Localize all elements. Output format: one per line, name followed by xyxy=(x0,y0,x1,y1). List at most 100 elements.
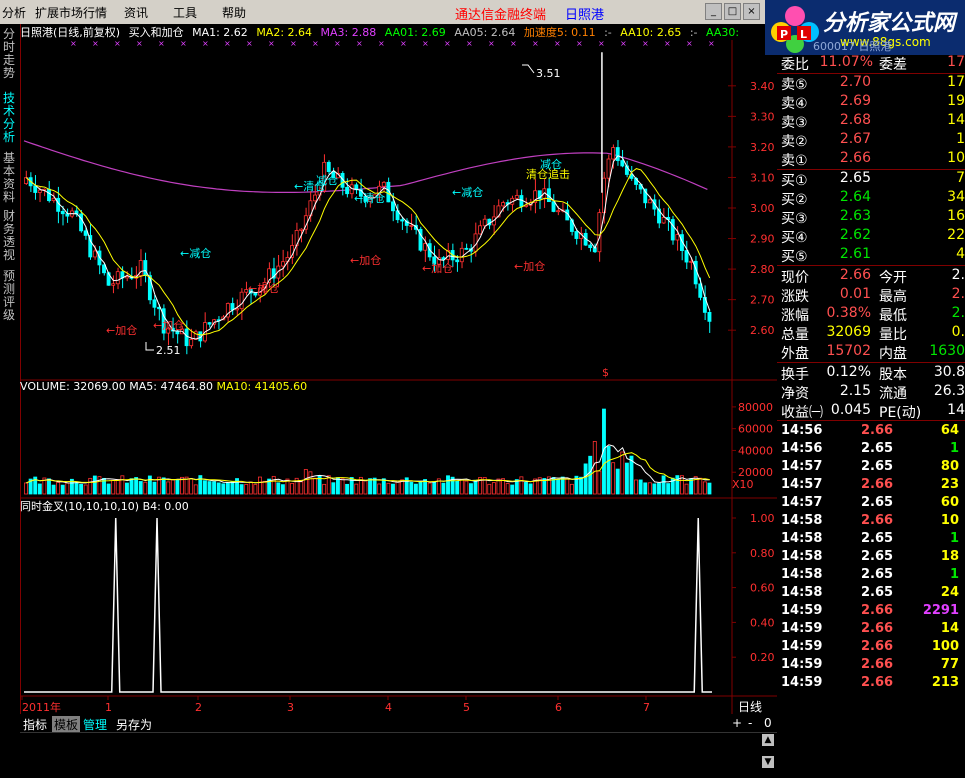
tick-time: 14:58 xyxy=(781,585,823,600)
candle-body xyxy=(684,250,689,263)
candle-body xyxy=(675,234,680,241)
stat-label: 现价 xyxy=(781,270,809,286)
tick-price: 2.66 xyxy=(861,675,894,690)
scroll-up-icon[interactable]: ▲ xyxy=(762,734,774,746)
chart-area[interactable]: 日照港(日线,前复权) 买入和加仓 MA1: 2.62 MA2: 2.64 MA… xyxy=(20,24,777,714)
period-label[interactable]: 日线 xyxy=(738,698,762,715)
candle-body xyxy=(152,299,157,308)
candle-body xyxy=(647,199,652,204)
volume-bar xyxy=(698,477,703,495)
volume-bar xyxy=(248,481,253,495)
zoom-in-button[interactable]: + xyxy=(732,716,742,730)
time-axis-label: 5 xyxy=(463,701,470,714)
stat2-value: 0.12% xyxy=(826,364,871,380)
volume-bar xyxy=(381,478,386,495)
signal-x-marker: × xyxy=(400,39,407,48)
candle-body xyxy=(111,283,116,286)
volume-bar xyxy=(253,484,258,495)
candle-body xyxy=(400,219,405,222)
dollar-marker: $ xyxy=(602,366,609,379)
bid-label: 买① xyxy=(781,173,808,189)
stat-value-2: 2. xyxy=(951,267,965,283)
menu-item-help[interactable]: 帮助 xyxy=(222,4,246,21)
tick-volume: 24 xyxy=(940,585,959,600)
signal-x-marker: × xyxy=(510,39,517,48)
volume-bar xyxy=(152,481,157,495)
bid-volume: 22 xyxy=(947,227,965,243)
menu-item-analysis[interactable]: 分析 xyxy=(2,4,26,21)
stat-value: 0.01 xyxy=(839,286,871,302)
zoom-out-button[interactable]: - xyxy=(748,716,752,730)
time-axis-label: 2 xyxy=(195,701,202,714)
tick-row: 14:59 2.66 213 xyxy=(781,675,965,693)
close-icon[interactable]: × xyxy=(743,3,760,20)
tab-template[interactable]: 模板 xyxy=(52,716,81,733)
side-tab-forecast[interactable]: 预测评级 xyxy=(3,270,17,322)
kline-chart-svg[interactable]: ←加仓 ←加仓←减仓←加仓←清仓减仓←清仓←加仓←加仓←减仓←加仓减仓清仓追击3.… xyxy=(20,24,777,714)
volume-bar xyxy=(51,484,56,495)
volume-bar xyxy=(409,482,414,495)
zoom-reset-button[interactable]: 0 xyxy=(764,716,772,730)
tab-indicator[interactable]: 指标 xyxy=(23,716,47,733)
tick-volume: 2291 xyxy=(922,603,959,618)
volume-bar xyxy=(606,445,611,495)
volume-bar xyxy=(161,477,166,495)
candle-body xyxy=(115,271,120,285)
app-brand-title: 通达信金融终端 xyxy=(455,8,547,23)
volume-bar xyxy=(418,480,423,495)
tick-price: 2.65 xyxy=(861,549,894,564)
horizontal-scrollbar[interactable]: ▲ xyxy=(20,732,777,749)
price-axis-label: 2.90 xyxy=(750,233,775,246)
stat-value: 15702 xyxy=(826,343,871,359)
ask-price: 2.68 xyxy=(839,112,871,128)
tick-price: 2.65 xyxy=(861,585,894,600)
volume-bar xyxy=(661,475,666,495)
ask-row: 卖⑤ 2.70 17 xyxy=(781,74,965,93)
restore-icon[interactable]: □ xyxy=(724,3,741,20)
side-tab-intraday[interactable]: 分时走势 xyxy=(3,28,17,80)
signal-x-marker: × xyxy=(620,39,627,48)
volume-bar xyxy=(505,483,510,495)
indicator-axis-label: 0.20 xyxy=(750,651,775,664)
stat-row: 外盘 15702 内盘 1630 xyxy=(781,343,965,362)
volume-bar xyxy=(675,475,680,495)
minimize-icon[interactable]: _ xyxy=(705,3,722,20)
side-tab-technical[interactable]: 技术分析 xyxy=(3,92,17,144)
tab-save-as[interactable]: 另存为 xyxy=(116,716,152,733)
candle-body xyxy=(556,210,561,213)
tick-time: 14:57 xyxy=(781,459,823,474)
window-controls: _ □ × xyxy=(705,3,762,20)
candle-body xyxy=(33,185,38,193)
ask-label: 卖⑤ xyxy=(781,77,808,93)
signal-x-marker: × xyxy=(466,39,473,48)
candle-body xyxy=(409,224,414,227)
tab-manage[interactable]: 管理 xyxy=(83,716,107,733)
scroll-down-icon[interactable]: ▼ xyxy=(762,756,774,768)
volume-bar xyxy=(212,481,217,495)
ask-volume: 14 xyxy=(947,112,965,128)
volume-bar xyxy=(303,469,308,495)
menu-item-extended-market[interactable]: 扩展市场行情 xyxy=(35,4,107,21)
stat-value: 2.66 xyxy=(839,267,871,283)
tick-time: 14:56 xyxy=(781,423,823,438)
side-tab-basic-info[interactable]: 基本资料 xyxy=(3,152,17,204)
menu-item-news[interactable]: 资讯 xyxy=(124,4,148,21)
candle-body xyxy=(689,260,694,263)
ask-price: 2.66 xyxy=(839,150,871,166)
volume-bar xyxy=(65,482,70,495)
bid-row: 买⑤ 2.61 4 xyxy=(781,246,965,265)
volume-bar xyxy=(138,481,143,495)
candle-body xyxy=(326,161,331,172)
volume-bar xyxy=(496,478,501,495)
stat2-row: 收益㈠ 0.045 PE(动) 14 xyxy=(781,402,965,421)
candle-body xyxy=(230,303,235,311)
side-tab-financial[interactable]: 财务透视 xyxy=(3,210,17,262)
signal-x-marker: × xyxy=(312,39,319,48)
tick-price: 2.65 xyxy=(861,531,894,546)
tick-price: 2.66 xyxy=(861,423,894,438)
volume-unit: X10 xyxy=(732,478,754,491)
candle-body xyxy=(459,247,464,263)
menu-item-tools[interactable]: 工具 xyxy=(173,4,197,21)
candle-body xyxy=(381,181,386,187)
ask-price: 2.70 xyxy=(839,74,871,90)
